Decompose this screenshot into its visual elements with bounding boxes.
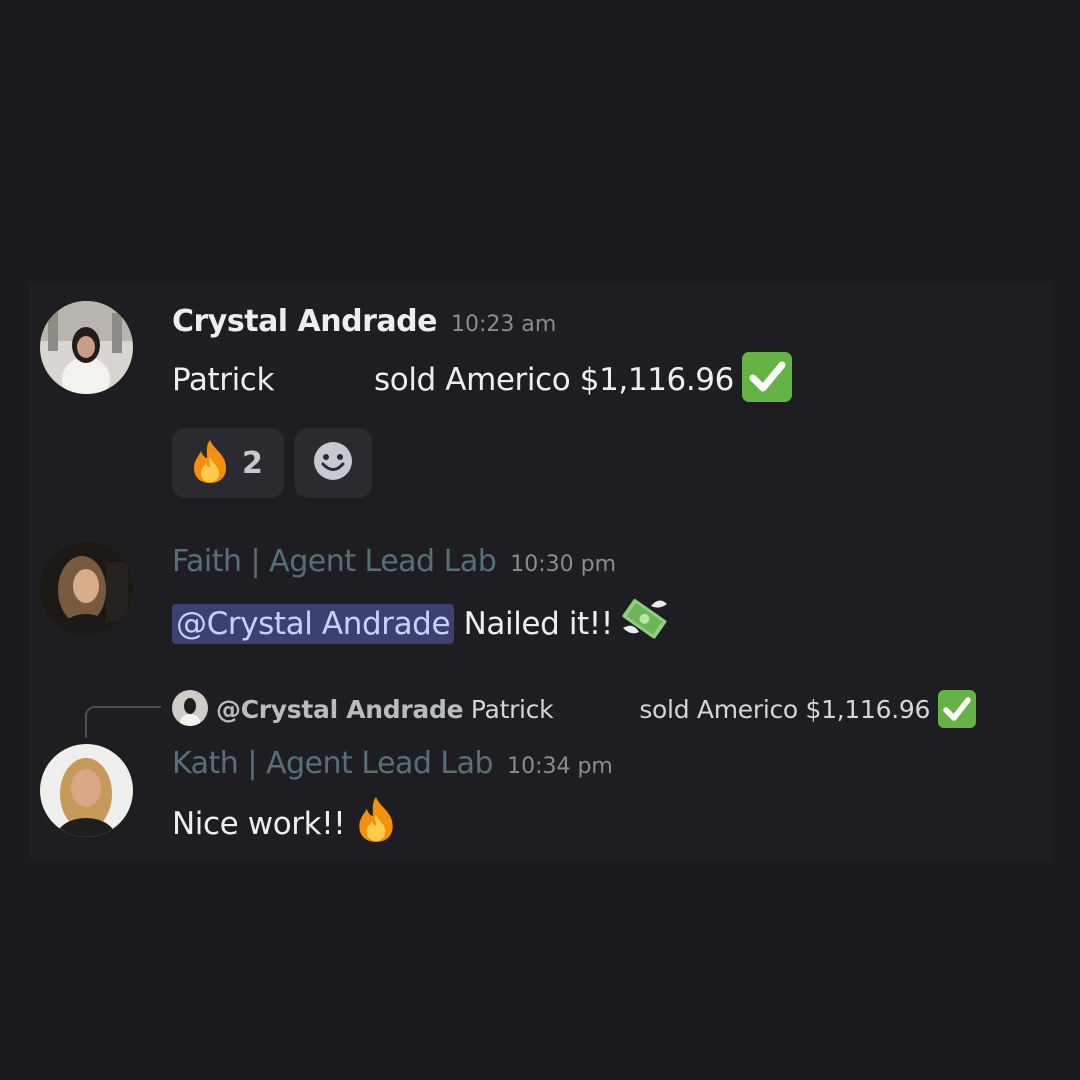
- chat-panel: Crystal Andrade 10:23 am Patrick sold Amer…: [30, 282, 1052, 860]
- message-text: Nice work!!: [172, 806, 346, 842]
- timestamp: 10:34 pm: [507, 754, 613, 779]
- message-text-before: Patrick: [172, 362, 275, 398]
- message-header: Kath | Agent Lead Lab 10:34 pm: [172, 746, 613, 781]
- message-content: Patrick sold Americo $1,116.96: [172, 352, 792, 402]
- check-mark-icon: [741, 352, 792, 402]
- reply-connector: [85, 706, 161, 738]
- timestamp: 10:23 am: [450, 312, 557, 337]
- smiley-icon: [312, 440, 354, 486]
- reaction-count: 2: [242, 445, 263, 481]
- timestamp: 10:30 pm: [510, 552, 617, 577]
- add-reaction-button[interactable]: [294, 428, 372, 498]
- message-content: @Crystal Andrade Nailed it!!: [172, 592, 671, 652]
- message-text: Nailed it!!: [463, 606, 614, 642]
- avatar[interactable]: [40, 744, 133, 837]
- reply-avatar: [172, 690, 208, 726]
- username[interactable]: Kath | Agent Lead Lab: [172, 746, 494, 781]
- reply-mention[interactable]: @Crystal Andrade: [216, 695, 464, 724]
- user-mention[interactable]: @Crystal Andrade: [172, 604, 455, 644]
- money-with-wings-icon: [619, 592, 671, 652]
- check-mark-icon: [938, 690, 977, 728]
- reply-text-after: sold Americo $1,116.96: [639, 695, 931, 724]
- avatar[interactable]: [40, 542, 133, 635]
- message-header: Faith | Agent Lead Lab 10:30 pm: [172, 544, 616, 579]
- username[interactable]: Faith | Agent Lead Lab: [172, 544, 497, 579]
- message-content: Nice work!!: [172, 794, 401, 852]
- reaction-fire[interactable]: 2: [172, 428, 284, 498]
- fire-icon: [186, 437, 234, 489]
- reactions-bar: 2: [172, 428, 372, 498]
- message-text-after: sold Americo $1,116.96: [374, 362, 734, 398]
- username[interactable]: Crystal Andrade: [172, 304, 437, 339]
- message-header: Crystal Andrade 10:23 am: [172, 304, 556, 339]
- reply-text-before: Patrick: [470, 695, 554, 724]
- reply-preview[interactable]: @Crystal Andrade Patrick sold Americo $1,…: [172, 690, 977, 728]
- fire-icon: [351, 794, 401, 852]
- avatar[interactable]: [40, 301, 133, 394]
